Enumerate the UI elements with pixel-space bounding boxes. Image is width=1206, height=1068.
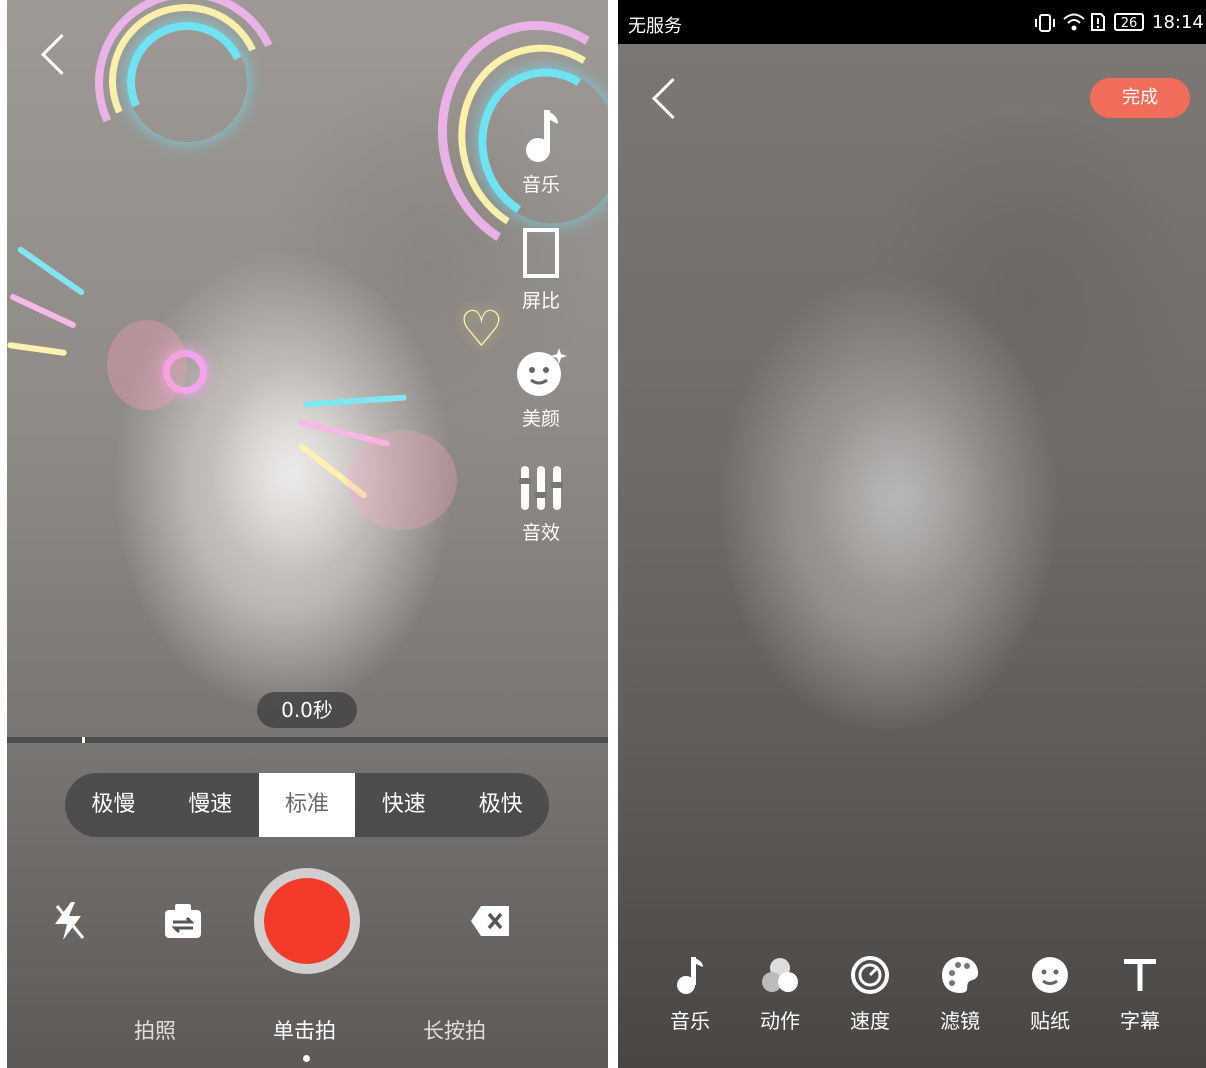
mode-tab-hold-record[interactable]: 长按拍 xyxy=(423,1015,486,1045)
tool-sticker[interactable]: 贴纸 xyxy=(1015,955,1085,1034)
mode-indicator-dot xyxy=(303,1055,310,1062)
aspect-ratio-icon xyxy=(523,228,559,278)
tool-subtitle[interactable]: 字幕 xyxy=(1105,955,1175,1034)
beauty-face-icon xyxy=(517,348,567,396)
progress-marker xyxy=(82,737,85,743)
side-button-sound-effect[interactable]: 音效 xyxy=(501,464,581,545)
palette-icon xyxy=(942,957,978,993)
speed-option-slow[interactable]: 慢速 xyxy=(162,773,259,837)
music-note-icon xyxy=(677,957,703,994)
clock: 18:14 xyxy=(1152,12,1204,33)
side-button-aspect-ratio[interactable]: 屏比 xyxy=(501,228,581,313)
battery-indicator: 26 xyxy=(1114,13,1144,31)
speed-option-normal[interactable]: 标准 xyxy=(258,773,356,837)
tool-label: 速度 xyxy=(850,1009,890,1033)
speed-option-very-slow[interactable]: 极慢 xyxy=(65,773,162,837)
editor-screen: 无服务 26 18:14 完成 音乐 动作 速度 滤镜 贴纸 字幕 xyxy=(618,0,1206,1068)
music-note-icon xyxy=(526,110,558,162)
camera-screen: ♡ 音乐 屏比 美颜 音效 0.0秒 极慢 慢速 标准 快速 极快 拍照 单击拍… xyxy=(7,0,608,1068)
tool-motion[interactable]: 动作 xyxy=(745,955,815,1034)
tool-label: 滤镜 xyxy=(940,1009,980,1033)
done-button[interactable]: 完成 xyxy=(1090,78,1190,118)
blush-left xyxy=(107,320,187,410)
side-button-music[interactable]: 音乐 xyxy=(501,108,581,197)
tool-speed[interactable]: 速度 xyxy=(835,955,905,1034)
sound-effect-icon xyxy=(519,466,563,510)
carrier-label: 无服务 xyxy=(628,16,682,37)
side-button-label: 美颜 xyxy=(521,408,560,430)
record-timer: 0.0秒 xyxy=(257,692,357,728)
tool-label: 动作 xyxy=(760,1009,800,1033)
side-button-label: 屏比 xyxy=(521,290,560,312)
tool-label: 音乐 xyxy=(670,1009,710,1033)
vibrate-icon xyxy=(1035,14,1055,32)
sticker-face-icon xyxy=(1032,957,1068,993)
battery-level: 26 xyxy=(1120,16,1138,31)
record-button[interactable] xyxy=(264,878,350,964)
wifi-icon xyxy=(1063,13,1085,31)
blush-right xyxy=(347,430,457,530)
video-preview xyxy=(618,44,1206,1068)
tool-label: 贴纸 xyxy=(1030,1009,1070,1033)
side-button-label: 音乐 xyxy=(521,174,560,196)
tool-filter[interactable]: 滤镜 xyxy=(925,955,995,1034)
tool-label: 字幕 xyxy=(1120,1009,1160,1033)
speed-selector: 极慢 慢速 标准 快速 极快 xyxy=(65,773,549,837)
motion-circles-icon xyxy=(762,958,798,992)
record-progress-bar xyxy=(7,737,608,743)
mode-tab-tap-record[interactable]: 单击拍 xyxy=(273,1015,336,1045)
status-bar: 无服务 26 18:14 xyxy=(618,0,1206,44)
text-t-icon xyxy=(1124,959,1156,991)
delete-segment-icon[interactable] xyxy=(469,904,511,938)
speed-option-fast[interactable]: 快速 xyxy=(355,773,452,837)
speed-gauge-icon xyxy=(851,956,889,994)
side-button-label: 音效 xyxy=(521,522,560,544)
mode-tab-photo[interactable]: 拍照 xyxy=(134,1015,176,1045)
flash-off-icon[interactable] xyxy=(51,900,87,942)
heart-sticker: ♡ xyxy=(459,300,504,358)
switch-camera-icon[interactable] xyxy=(163,902,203,940)
speed-option-very-fast[interactable]: 极快 xyxy=(452,773,549,837)
sim-alert-icon xyxy=(1091,13,1105,31)
side-button-beauty[interactable]: 美颜 xyxy=(501,346,581,431)
tool-music[interactable]: 音乐 xyxy=(655,955,725,1034)
